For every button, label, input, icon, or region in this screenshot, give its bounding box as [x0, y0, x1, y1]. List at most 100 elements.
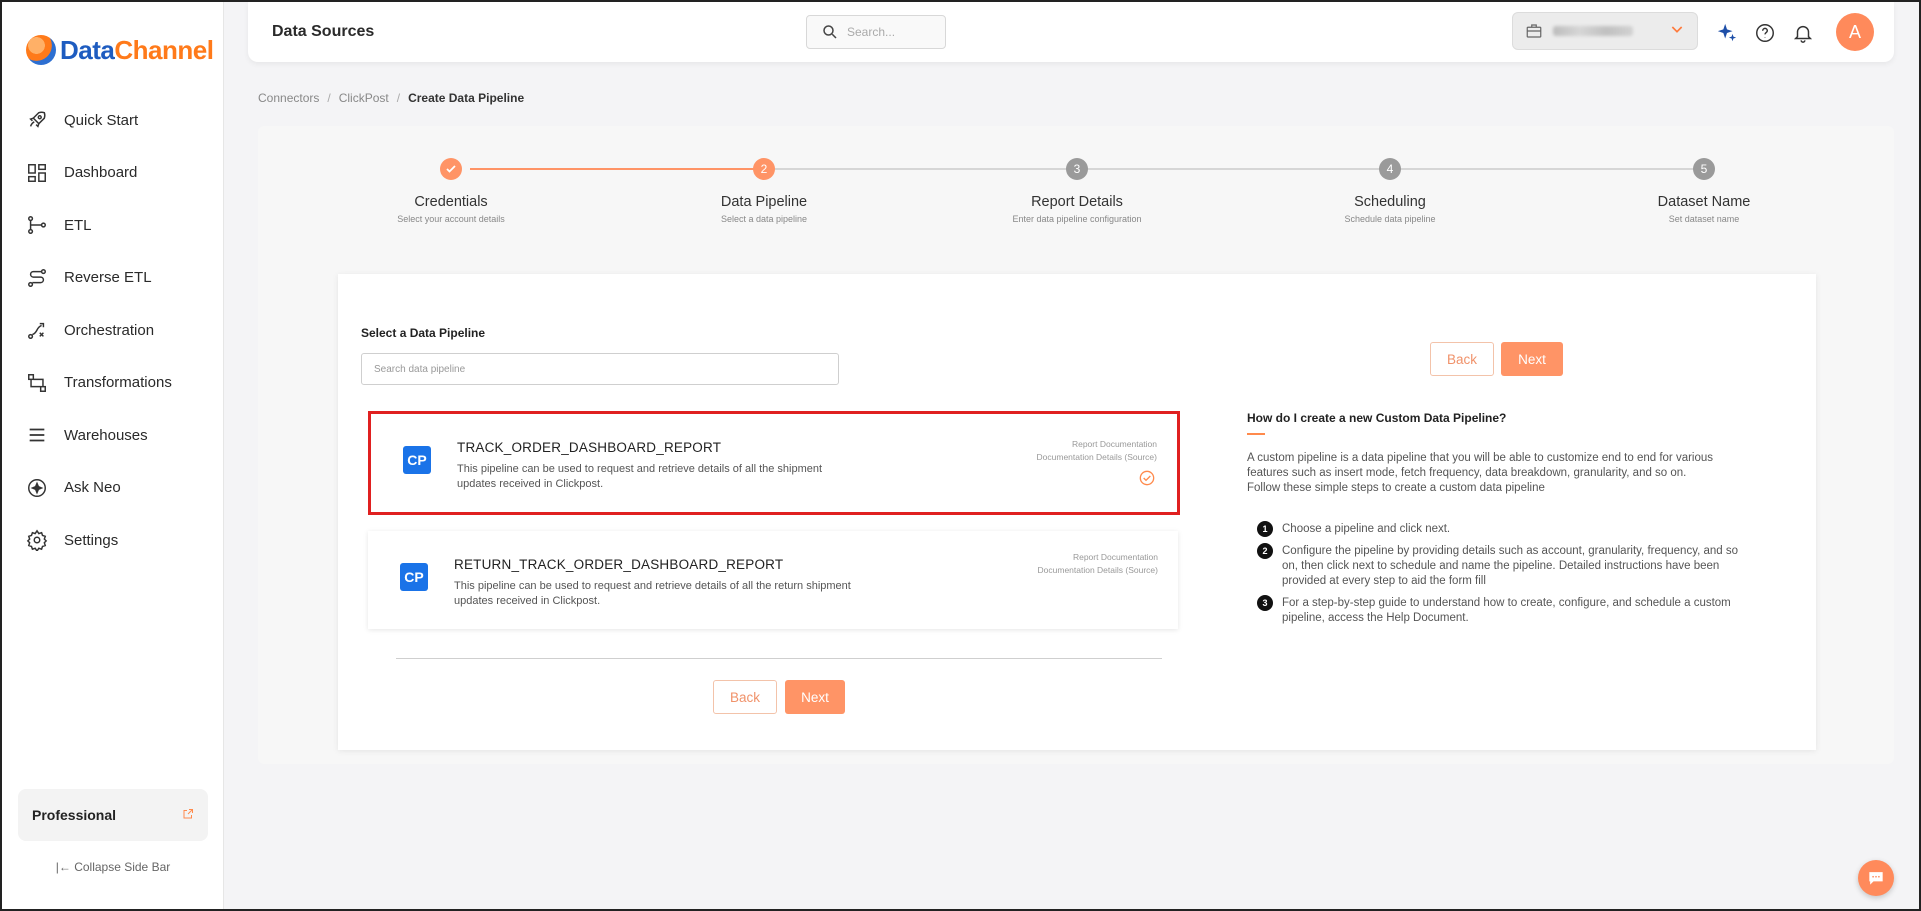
step-subtitle: Select your account details	[397, 214, 505, 224]
step-report-details[interactable]: 3 Report Details Enter data pipeline con…	[977, 158, 1177, 224]
step-subtitle: Schedule data pipeline	[1344, 214, 1436, 224]
step-number: 5	[1693, 158, 1715, 180]
etl-icon	[26, 214, 48, 236]
search-icon	[823, 25, 837, 39]
collapse-label: Collapse Side Bar	[74, 860, 171, 874]
step-dataset-name[interactable]: 5 Dataset Name Set dataset name	[1604, 158, 1804, 224]
back-button-top[interactable]: Back	[1430, 342, 1494, 376]
breadcrumb-item-connectors[interactable]: Connectors	[258, 91, 319, 105]
report-documentation-link[interactable]: Report Documentation	[1037, 438, 1157, 451]
sidebar-item-label: Quick Start	[64, 111, 139, 129]
transformations-icon	[26, 372, 48, 394]
progress-stepper: Credentials Select your account details …	[258, 158, 1894, 238]
help-step: 2 Configure the pipeline by providing de…	[1257, 543, 1757, 589]
step-name: Dataset Name	[1657, 194, 1751, 210]
help-step-number: 2	[1257, 543, 1273, 559]
divider	[396, 658, 1162, 659]
sidebar-item-label: Settings	[64, 531, 119, 549]
orchestration-icon	[26, 319, 48, 341]
breadcrumb: Connectors / ClickPost / Create Data Pipelin…	[258, 91, 525, 105]
help-step: 3 For a step-by-step guide to understand…	[1257, 595, 1757, 626]
sidebar-item-label: ETL	[64, 216, 92, 234]
chat-support-button[interactable]	[1858, 860, 1894, 896]
step-done-check-icon	[440, 158, 462, 180]
help-step-number: 1	[1257, 521, 1273, 537]
sidebar-item-orchestration[interactable]: Orchestration	[2, 304, 224, 357]
pipeline-option-return-track-order[interactable]: CP RETURN_TRACK_ORDER_DASHBOARD_REPORT T…	[368, 531, 1178, 629]
breadcrumb-current: Create Data Pipeline	[408, 91, 525, 105]
external-link-icon[interactable]	[182, 808, 194, 823]
documentation-details-link[interactable]: Documentation Details (Source)	[1037, 451, 1157, 464]
help-title: How do I create a new Custom Data Pipeli…	[1247, 411, 1507, 425]
pipeline-search-input[interactable]	[361, 353, 839, 385]
selected-check-icon	[1139, 470, 1155, 486]
pipeline-description: This pipeline can be used to request and…	[457, 463, 823, 490]
pipeline-option-track-order[interactable]: CP TRACK_ORDER_DASHBOARD_REPORT This pip…	[368, 411, 1180, 515]
report-documentation-link[interactable]: Report Documentation	[1038, 551, 1158, 564]
back-button-bottom[interactable]: Back	[713, 680, 777, 714]
sidebar-item-label: Reverse ETL	[64, 269, 152, 287]
help-step-text: Configure the pipeline by providing deta…	[1282, 545, 1739, 587]
sparkle-ai-icon[interactable]	[1716, 22, 1738, 44]
step-name: Scheduling	[1354, 194, 1426, 210]
user-avatar[interactable]: A	[1836, 13, 1874, 51]
sidebar-item-etl[interactable]: ETL	[2, 199, 224, 252]
help-intro-text-2: Follow these simple steps to create a cu…	[1247, 482, 1545, 494]
account-name-redacted	[1553, 26, 1633, 36]
chat-bubble-icon	[1869, 872, 1883, 885]
pipeline-name: RETURN_TRACK_ORDER_DASHBOARD_REPORT	[454, 557, 784, 572]
step-subtitle: Select a data pipeline	[720, 214, 808, 224]
select-pipeline-label: Select a Data Pipeline	[361, 326, 486, 340]
step-subtitle: Set dataset name	[1668, 214, 1740, 224]
dashboard-icon	[26, 162, 48, 184]
next-button-top[interactable]: Next	[1501, 342, 1563, 376]
step-number: 4	[1379, 158, 1401, 180]
clickpost-logo-icon: CP	[403, 446, 431, 474]
step-name: Credentials	[414, 194, 488, 210]
breadcrumb-item-clickpost[interactable]: ClickPost	[339, 91, 389, 105]
pipeline-doc-links: Report Documentation Documentation Detai…	[1037, 438, 1157, 464]
sidebar-item-transformations[interactable]: Transformations	[2, 357, 224, 410]
step-credentials[interactable]: Credentials Select your account details	[351, 158, 551, 224]
step-data-pipeline[interactable]: 2 Data Pipeline Select a data pipeline	[664, 158, 864, 224]
rocket-icon	[26, 109, 48, 131]
sidebar-item-quick-start[interactable]: Quick Start	[2, 94, 224, 147]
page-title: Data Sources	[272, 23, 375, 40]
ask-neo-icon	[26, 477, 48, 499]
warehouses-icon	[26, 424, 48, 446]
help-icon[interactable]	[1754, 22, 1776, 44]
plan-card[interactable]: Professional	[18, 789, 208, 841]
sidebar-item-dashboard[interactable]: Dashboard	[2, 147, 224, 200]
step-number: 2	[753, 158, 775, 180]
sidebar-item-reverse-etl[interactable]: Reverse ETL	[2, 252, 224, 305]
step-scheduling[interactable]: 4 Scheduling Schedule data pipeline	[1290, 158, 1490, 224]
notification-bell-icon[interactable]	[1792, 22, 1814, 44]
collapse-sidebar-button[interactable]: |← Collapse Side Bar	[2, 860, 224, 874]
sidebar-item-label: Dashboard	[64, 164, 138, 182]
datachannel-logo[interactable]: DataChannel	[26, 32, 214, 68]
global-search-input[interactable]: Search...	[806, 15, 946, 49]
pipeline-name: TRACK_ORDER_DASHBOARD_REPORT	[457, 440, 722, 455]
help-accent-bar	[1247, 433, 1265, 435]
help-intro-text: A custom pipeline is a data pipeline tha…	[1247, 452, 1714, 479]
sidebar-item-ask-neo[interactable]: Ask Neo	[2, 462, 224, 515]
step-name: Data Pipeline	[720, 194, 808, 210]
help-step-text: Choose a pipeline and click next.	[1282, 523, 1451, 535]
sidebar-item-settings[interactable]: Settings	[2, 514, 224, 567]
brand-name-part2: Channel	[114, 34, 214, 65]
briefcase-icon	[1526, 24, 1542, 38]
sidebar-item-label: Warehouses	[64, 426, 148, 444]
settings-gear-icon	[26, 529, 48, 552]
sidebar-item-warehouses[interactable]: Warehouses	[2, 409, 224, 462]
brand-name-part1: Data	[60, 34, 115, 65]
documentation-details-link[interactable]: Documentation Details (Source)	[1038, 564, 1158, 577]
step-subtitle: Enter data pipeline configuration	[1012, 214, 1142, 224]
sidebar-item-label: Orchestration	[64, 321, 155, 339]
reverse-etl-icon	[26, 267, 48, 289]
next-button-bottom[interactable]: Next	[785, 680, 845, 714]
search-placeholder: Search...	[847, 25, 896, 39]
help-step-number: 3	[1257, 595, 1273, 611]
datachannel-logo-icon	[26, 35, 56, 65]
account-selector[interactable]	[1512, 12, 1698, 50]
sidebar-item-label: Transformations	[64, 374, 172, 392]
